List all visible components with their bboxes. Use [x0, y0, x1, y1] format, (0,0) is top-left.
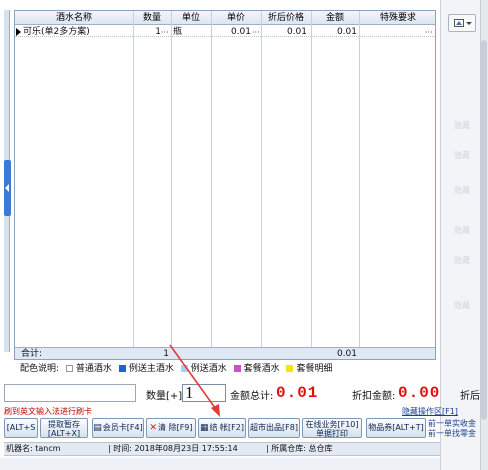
checkout-label: 结 帐[F2] — [209, 423, 244, 432]
discount-amount-value: 0.00 — [398, 384, 441, 402]
checkout-button[interactable]: ▦结 帐[F2] — [198, 418, 246, 438]
discount-amount-label: 折扣金额: — [352, 391, 396, 402]
scrollbar-thumb[interactable] — [481, 40, 487, 420]
fetch-hold-button[interactable]: 提取暂存 [ALT+X] — [40, 418, 88, 438]
legend-swatch — [286, 365, 294, 372]
color-legend: 配色说明: 普通酒水 例送主酒水 例送酒水 套餐酒水 套餐明细 — [20, 363, 333, 375]
after-discount-label: 折后金 — [460, 391, 480, 402]
quantity-input[interactable]: 1 — [182, 384, 226, 402]
col-header-discount-price[interactable]: 折后价格 — [261, 12, 311, 24]
card-swipe-hint: 刷到英文输入法进行刷卡 — [4, 407, 92, 416]
supermarket-button[interactable]: 超市出品[F8] — [248, 418, 300, 438]
col-header-qty[interactable]: 数量 — [133, 12, 171, 24]
total-label: 合计: — [21, 349, 43, 359]
qty-ellipsis-button[interactable]: ··· — [161, 27, 171, 38]
qty-label: 数量[+]: — [146, 391, 186, 402]
total-amount-label: 金额总计: — [230, 391, 274, 402]
cell-amount[interactable]: 0.01 — [311, 27, 357, 38]
hide-operation-area-link[interactable]: 隐藏操作区[F1] — [402, 406, 458, 417]
cell-qty[interactable]: 1 — [133, 27, 161, 38]
card-icon: ▤ — [93, 423, 102, 433]
legend-swatch — [180, 365, 188, 372]
col-header-amount[interactable]: 金额 — [311, 12, 359, 24]
legend-swatch — [65, 365, 73, 372]
legend-item: 例送酒水 — [190, 364, 227, 374]
total-amount-value: 0.01 — [276, 384, 319, 402]
legend-item: 普通酒水 — [75, 364, 112, 374]
cell-special[interactable] — [361, 27, 425, 38]
col-header-unit[interactable]: 单位 — [171, 12, 211, 24]
cell-unit[interactable]: 瓶 — [173, 27, 209, 38]
price-ellipsis-button[interactable]: ··· — [252, 27, 261, 38]
legend-item: 套餐明细 — [296, 364, 333, 374]
doc-icon: ▦ — [200, 423, 209, 433]
col-header-special[interactable]: 特殊要求 — [359, 12, 437, 24]
total-qty: 1 — [163, 349, 169, 359]
member-card-button[interactable]: ▤会员卡[F4] — [92, 418, 144, 438]
scan-input[interactable] — [4, 384, 136, 402]
x-icon: ✕ — [149, 423, 158, 433]
current-time: | 时间: 2018年08月23日 17:55:14 — [108, 444, 238, 453]
online-business-button[interactable]: 在线业务[F10] 单据打印 — [302, 418, 362, 438]
prev-received-link[interactable]: 前一单实收金 — [428, 419, 476, 429]
clear-button[interactable]: ✕清 除[F9] — [146, 418, 196, 438]
legend-swatch — [233, 365, 241, 372]
total-amount: 0.01 — [336, 349, 357, 359]
col-header-price[interactable]: 单价 — [211, 12, 261, 24]
expand-left-panel-button[interactable] — [4, 160, 11, 216]
status-bar: 机器名: tancm | 时间: 2018年08月23日 17:55:14 | … — [4, 442, 440, 456]
legend-swatch — [118, 365, 126, 372]
chevron-down-icon — [466, 22, 472, 25]
cell-name[interactable]: 可乐(单2多方案) — [23, 27, 133, 38]
legend-item: 例送主酒水 — [128, 364, 174, 374]
cell-discount-price[interactable]: 0.01 — [261, 27, 307, 38]
legend-item: 套餐酒水 — [243, 364, 280, 374]
prev-change-link[interactable]: 前一单找零金 — [428, 429, 476, 439]
machine-name: 机器名: tancm — [6, 444, 61, 453]
image-dropdown-button[interactable] — [448, 14, 476, 32]
special-ellipsis-button[interactable]: ··· — [425, 27, 435, 38]
cell-price[interactable]: 0.01 — [211, 27, 251, 38]
member-card-label: 会员卡[F4] — [102, 423, 143, 432]
legend-label: 配色说明: — [20, 364, 60, 374]
previous-order-links: 前一单实收金 前一单找零金 — [428, 419, 476, 439]
col-header-name[interactable]: 酒水名称 — [15, 12, 133, 24]
item-coupon-button[interactable]: 物品券[ALT+T] — [366, 418, 426, 438]
row-indicator-icon — [15, 27, 23, 37]
order-grid: 酒水名称 数量 单位 单价 折后价格 金额 特殊要求 可乐(单2多方案) 1 ·… — [14, 10, 436, 360]
bottom-strip — [0, 458, 440, 470]
warehouse: | 所属仓库: 总仓库 — [266, 444, 333, 453]
grid-total-bar: 合计: 1 0.01 — [15, 347, 435, 359]
image-icon — [454, 19, 464, 27]
clear-label: 清 除[F9] — [158, 423, 193, 432]
alt-s-button[interactable]: [ALT+S — [4, 418, 38, 438]
